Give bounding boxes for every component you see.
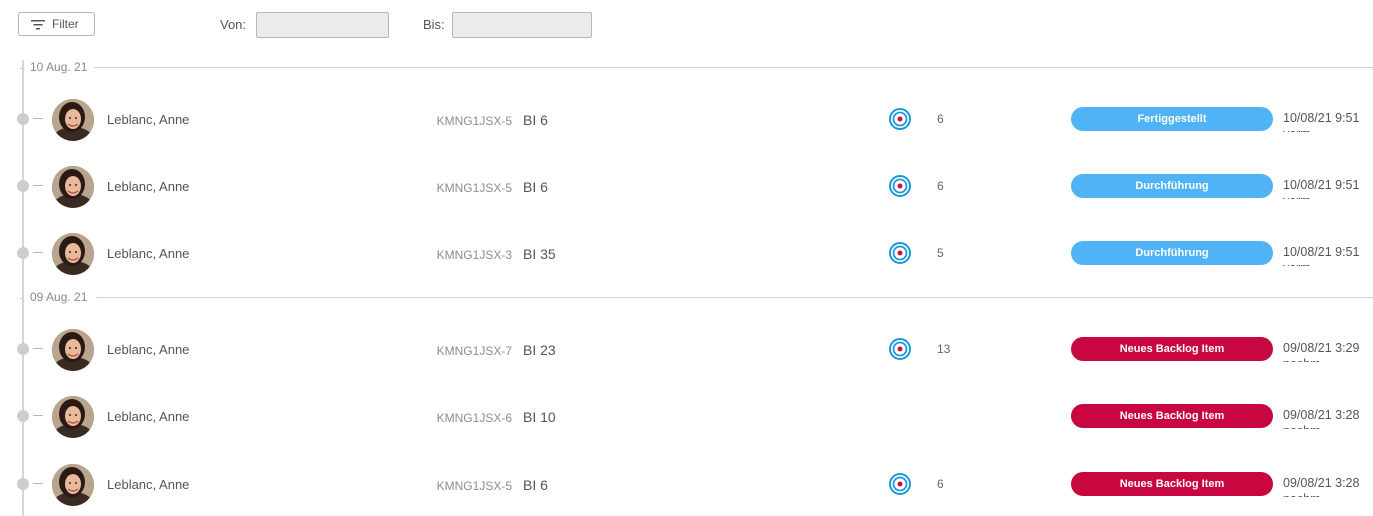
item-key[interactable]: KMNG1JSX-6 (412, 411, 512, 425)
von-date-input[interactable] (256, 12, 389, 38)
timeline-tick (20, 68, 23, 69)
story-points: 6 (937, 112, 944, 126)
timeline-node (17, 247, 29, 259)
timeline-connector (33, 415, 43, 416)
status-badge: Neues Backlog Item (1071, 472, 1273, 496)
group-divider (97, 297, 1373, 298)
status-badge: Neues Backlog Item (1071, 337, 1273, 361)
activity-row[interactable]: Leblanc, Anne KMNG1JSX-6 BI 10 Neues Backlo… (0, 392, 1373, 442)
user-name: Leblanc, Anne (107, 477, 190, 492)
status-badge: Durchführung (1071, 241, 1273, 265)
avatar (52, 329, 94, 371)
timeline-node (17, 113, 29, 125)
group-date-label: 09 Aug. 21 (30, 290, 94, 304)
target-icon (889, 338, 911, 360)
status-badge: Fertiggestellt (1071, 107, 1273, 131)
user-name: Leblanc, Anne (107, 409, 190, 424)
avatar (52, 233, 94, 275)
user-name: Leblanc, Anne (107, 246, 190, 261)
timestamp: 10/08/21 9:51 vorm. (1283, 178, 1360, 199)
user-name: Leblanc, Anne (107, 112, 190, 127)
activity-row[interactable]: Leblanc, Anne KMNG1JSX-5 BI 6 6 Fertiggestel… (0, 95, 1373, 145)
item-key[interactable]: KMNG1JSX-5 (412, 114, 512, 128)
story-points: 6 (937, 179, 944, 193)
activity-row[interactable]: Leblanc, Anne KMNG1JSX-5 BI 6 6 Neues Backlo… (0, 460, 1373, 510)
timeline-connector (33, 252, 43, 253)
avatar (52, 166, 94, 208)
timeline-connector (33, 118, 43, 119)
timeline-connector (33, 348, 43, 349)
item-title[interactable]: BI 6 (523, 179, 548, 195)
story-points: 6 (937, 477, 944, 491)
item-title[interactable]: BI 10 (523, 409, 556, 425)
timeline-node (17, 410, 29, 422)
timeline-tick (20, 298, 23, 299)
toolbar: Filter Von: Bis: (0, 0, 1373, 50)
avatar (52, 99, 94, 141)
activity-row[interactable]: Leblanc, Anne KMNG1JSX-3 BI 35 5 Durchführun… (0, 229, 1373, 279)
timeline-node (17, 343, 29, 355)
avatar (52, 464, 94, 506)
item-title[interactable]: BI 6 (523, 477, 548, 493)
target-icon (889, 473, 911, 495)
bis-date-input[interactable] (452, 12, 592, 38)
timeline-connector (33, 185, 43, 186)
status-badge: Durchführung (1071, 174, 1273, 198)
von-label: Von: (220, 17, 247, 32)
item-title[interactable]: BI 35 (523, 246, 556, 262)
avatar (52, 396, 94, 438)
filter-button[interactable]: Filter (18, 12, 95, 36)
timeline-node (17, 478, 29, 490)
timeline-connector (33, 483, 43, 484)
group-divider (94, 67, 1373, 68)
item-title[interactable]: BI 23 (523, 342, 556, 358)
timestamp: 09/08/21 3:28 nachm. (1283, 476, 1360, 497)
item-title[interactable]: BI 6 (523, 112, 548, 128)
group-date-label: 10 Aug. 21 (30, 60, 94, 74)
item-key[interactable]: KMNG1JSX-5 (412, 181, 512, 195)
activity-row[interactable]: Leblanc, Anne KMNG1JSX-7 BI 23 13 Neues Back… (0, 325, 1373, 375)
item-key[interactable]: KMNG1JSX-5 (412, 479, 512, 493)
status-badge: Neues Backlog Item (1071, 404, 1273, 428)
bis-label: Bis: (423, 17, 445, 32)
target-icon (889, 242, 911, 264)
timestamp: 10/08/21 9:51 vorm. (1283, 245, 1360, 266)
story-points: 5 (937, 246, 944, 260)
item-key[interactable]: KMNG1JSX-3 (412, 248, 512, 262)
item-key[interactable]: KMNG1JSX-7 (412, 344, 512, 358)
timestamp: 09/08/21 3:29 nachm. (1283, 341, 1360, 362)
timeline-node (17, 180, 29, 192)
story-points: 13 (937, 342, 951, 356)
user-name: Leblanc, Anne (107, 342, 190, 357)
target-icon (889, 108, 911, 130)
user-name: Leblanc, Anne (107, 179, 190, 194)
filter-icon (31, 20, 45, 30)
timestamp: 10/08/21 9:51 vorm. (1283, 111, 1360, 132)
timestamp: 09/08/21 3:28 nachm. (1283, 408, 1360, 429)
target-icon (889, 175, 911, 197)
activity-row[interactable]: Leblanc, Anne KMNG1JSX-5 BI 6 6 Durchführung… (0, 162, 1373, 212)
filter-label: Filter (52, 17, 79, 31)
